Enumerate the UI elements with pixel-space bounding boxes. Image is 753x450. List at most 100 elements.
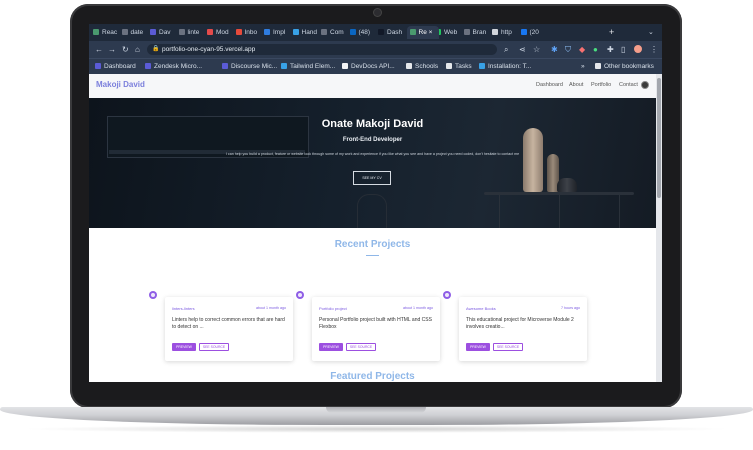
bookmark-label: Tailwind Elem... xyxy=(290,63,336,70)
browser-tab-label: Hand xyxy=(301,29,318,36)
preview-button[interactable]: PREVIEW xyxy=(172,343,196,351)
bookmark-item[interactable]: Schools xyxy=(406,61,438,72)
laptop-shadow xyxy=(20,425,733,433)
project-updated: about 1 month ago xyxy=(403,306,433,310)
bookmark-item[interactable]: Discourse Mic... xyxy=(222,61,277,72)
address-bar-url[interactable]: portfolio-one-cyan-95.vercel.app xyxy=(162,44,255,55)
favicon-icon xyxy=(93,29,99,36)
theme-toggle-icon[interactable] xyxy=(641,81,649,89)
favicon-icon xyxy=(463,29,470,36)
recent-projects-title: Recent Projects xyxy=(334,239,411,250)
profile-avatar[interactable] xyxy=(634,45,642,53)
chevron-down-icon[interactable]: ⌄ xyxy=(648,26,654,39)
back-icon[interactable]: ← xyxy=(95,44,103,55)
project-updated: about 1 month ago xyxy=(256,306,286,310)
browser-tab-label: linte xyxy=(187,29,200,36)
new-tab-button[interactable]: + xyxy=(609,26,614,39)
extension-icon[interactable]: ● xyxy=(593,44,598,55)
favicon-icon xyxy=(292,29,299,36)
favicon-icon xyxy=(409,29,416,36)
project-card: Portfolio project about 1 month ago Pers… xyxy=(296,291,440,361)
browser-tab[interactable]: date xyxy=(121,26,149,39)
other-bookmarks[interactable]: Other bookmarks xyxy=(595,61,654,72)
bookmark-label: Dashboard xyxy=(104,63,136,70)
menu-icon[interactable]: ⋮ xyxy=(650,44,658,55)
star-icon[interactable]: ☆ xyxy=(533,44,540,55)
bookmark-label: Installation: T... xyxy=(488,63,532,70)
bookmark-icon xyxy=(479,63,485,70)
browser-tab[interactable]: Hand xyxy=(292,26,320,39)
project-name[interactable]: linters-linters xyxy=(172,306,195,311)
extension-icon[interactable]: ✱ xyxy=(551,44,558,55)
browser-tab[interactable]: (48) xyxy=(349,26,377,39)
bookmark-item[interactable]: Installation: T... xyxy=(479,61,531,72)
bookmark-item[interactable]: Tasks xyxy=(446,61,472,72)
see-source-button[interactable]: SEE SOURCE xyxy=(199,343,229,351)
browser-tab-label: Bran xyxy=(472,29,487,36)
browser-tab-label: Dash xyxy=(387,29,403,36)
shield-icon[interactable]: ⛉ xyxy=(565,44,571,55)
browser-tab[interactable]: http xyxy=(492,26,519,39)
nav-dashboard[interactable]: Dashboard xyxy=(536,82,563,88)
see-source-button[interactable]: SEE SOURCE xyxy=(346,343,376,351)
bookmarks-more-button[interactable]: » xyxy=(581,61,585,72)
browser-tab[interactable]: Bran xyxy=(463,26,491,39)
hero-chair xyxy=(357,194,387,228)
bookmark-item[interactable]: DevDocs API... xyxy=(342,61,395,72)
browser-tab[interactable]: Dav xyxy=(150,26,177,39)
site-navbar: Makoji David Dashboard About Portfolio C… xyxy=(89,74,656,99)
laptop-hinge-notch xyxy=(326,407,426,413)
nav-about[interactable]: About xyxy=(569,82,583,88)
github-icon xyxy=(296,291,304,299)
see-source-button[interactable]: SEE SOURCE xyxy=(493,343,523,351)
browser-tab[interactable]: Inbo xyxy=(235,26,263,39)
zoom-icon[interactable]: ⌕ xyxy=(504,44,508,55)
favicon-icon xyxy=(121,29,128,36)
browser-tab[interactable]: Com xyxy=(321,26,348,39)
preview-button[interactable]: PREVIEW xyxy=(319,343,343,351)
bookmark-item[interactable]: Tailwind Elem... xyxy=(281,61,335,72)
nav-portfolio[interactable]: Portfolio xyxy=(591,82,611,88)
favicon-icon xyxy=(150,29,156,36)
forward-icon[interactable]: → xyxy=(108,44,116,55)
bookmark-item[interactable]: Dashboard xyxy=(95,61,136,72)
extension-icon[interactable]: ◆ xyxy=(579,44,585,55)
address-bar[interactable]: 🔒 portfolio-one-cyan-95.vercel.app xyxy=(147,44,497,55)
site-brand[interactable]: Makoji David xyxy=(96,80,145,89)
project-name[interactable]: Awesome Books xyxy=(466,306,496,311)
github-icon xyxy=(443,291,451,299)
browser-tab[interactable]: linte xyxy=(178,26,206,39)
bookmark-icon xyxy=(406,63,412,70)
favicon-icon xyxy=(349,29,356,36)
favicon-icon xyxy=(492,29,498,36)
project-description: Personal Portfolio project built with HT… xyxy=(319,317,432,330)
browser-tab[interactable]: Reac xyxy=(93,26,120,39)
bookmark-item[interactable]: Zendesk Micro... xyxy=(145,61,202,72)
browser-tab[interactable]: Mod xyxy=(207,26,234,39)
puzzle-icon[interactable]: ✚ xyxy=(607,44,614,55)
project-description: Linters help to correct common errors th… xyxy=(172,317,285,330)
sidebar-icon[interactable]: ▯ xyxy=(621,44,625,55)
hero-section: Onate Makoji David Front-End Developer I… xyxy=(89,98,656,228)
browser-tab-label: Mod xyxy=(216,29,229,36)
project-name[interactable]: Portfolio project xyxy=(319,306,347,311)
close-tab-icon[interactable]: × xyxy=(427,29,433,36)
nav-contact[interactable]: Contact xyxy=(619,82,638,88)
scrollbar-thumb[interactable] xyxy=(657,78,661,198)
see-cv-button[interactable]: SEE MY CV xyxy=(353,171,391,185)
reload-icon[interactable]: ↻ xyxy=(122,44,129,55)
bookmark-icon xyxy=(222,63,228,70)
browser-tab[interactable]: Re × xyxy=(406,26,439,39)
browser-tab-strip: (20 http Bran Web Re × Dash (48) Com Hand Impl Inb… xyxy=(89,24,662,41)
hero-role: Front-End Developer xyxy=(342,137,403,143)
home-icon[interactable]: ⌂ xyxy=(135,44,140,55)
browser-tab[interactable]: Dash xyxy=(378,26,405,39)
browser-tab[interactable]: (20 xyxy=(520,26,548,39)
preview-button[interactable]: PREVIEW xyxy=(466,343,490,351)
share-icon[interactable]: ⋖ xyxy=(519,44,526,55)
bookmark-icon xyxy=(342,63,348,70)
bookmark-label: DevDocs API... xyxy=(351,63,395,70)
favicon-icon xyxy=(207,29,213,36)
page-scrollbar[interactable] xyxy=(656,74,662,382)
browser-tab[interactable]: Impl xyxy=(264,26,291,39)
